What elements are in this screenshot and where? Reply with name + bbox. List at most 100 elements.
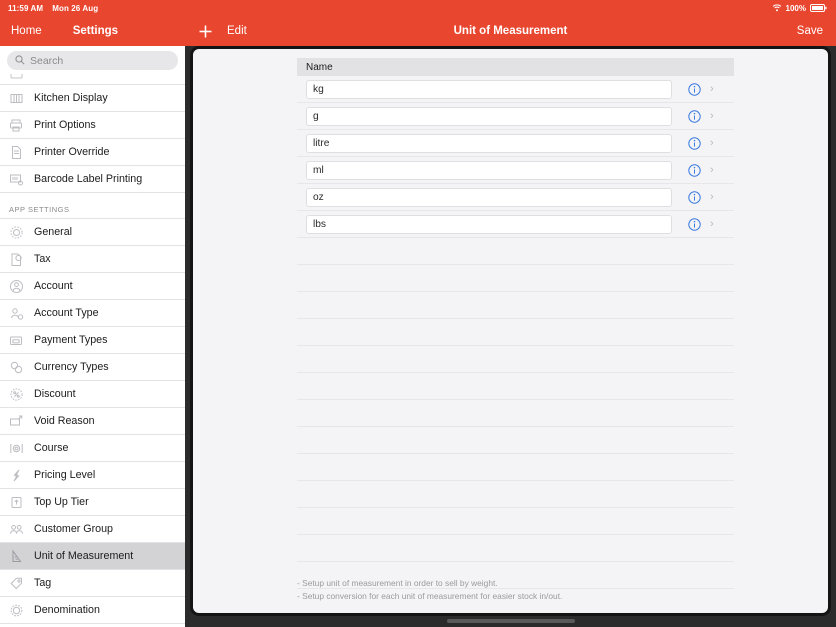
sidebar-list[interactable]: Kitchen Display Print Options Printer Over…: [0, 74, 185, 627]
sidebar-item-account[interactable]: Account: [0, 273, 185, 300]
chevron-right-icon[interactable]: ›: [710, 191, 714, 203]
sidebar-item-discount[interactable]: Discount: [0, 381, 185, 408]
battery-percent: 100%: [785, 3, 806, 13]
customer-group-icon: [9, 522, 24, 537]
sidebar-item-account-type[interactable]: Account Type: [0, 300, 185, 327]
unit-name-input[interactable]: litre: [306, 133, 672, 153]
screen: 11:59 AM Mon 26 Aug Home Settings Search…: [0, 0, 836, 627]
unit-name-input[interactable]: kg: [306, 79, 672, 99]
plus-icon[interactable]: [198, 24, 213, 39]
printer-icon: [9, 118, 24, 133]
sidebar-item-void-reason[interactable]: Void Reason: [0, 408, 185, 435]
table-row[interactable]: g ›: [297, 103, 734, 130]
unit-name-value: lbs: [313, 218, 327, 230]
home-back-button[interactable]: Home: [0, 25, 42, 37]
table-row[interactable]: kg ›: [297, 76, 734, 103]
info-icon[interactable]: [688, 136, 701, 150]
sidebar-item-tag[interactable]: Tag: [0, 570, 185, 597]
sidebar-item-denomination[interactable]: Denomination: [0, 597, 185, 624]
sidebar-item-label: Barcode Label Printing: [34, 173, 143, 185]
chevron-right-icon[interactable]: ›: [710, 83, 714, 95]
account-icon: [9, 279, 24, 294]
search-input[interactable]: Search: [7, 51, 178, 70]
barcode-icon: [9, 172, 24, 187]
sidebar-item-partial[interactable]: [0, 74, 185, 85]
sidebar-item-course[interactable]: Course: [0, 435, 185, 462]
sidebar-item-barcode-label-printing[interactable]: Barcode Label Printing: [0, 166, 185, 193]
note-line: - Setup conversion for each unit of meas…: [297, 591, 563, 601]
table-row[interactable]: ml ›: [297, 157, 734, 184]
table-row-empty: [297, 265, 734, 292]
page-title: Unit of Measurement: [453, 25, 568, 37]
status-time: 11:59 AM: [8, 3, 44, 13]
sidebar-item-kitchen-display[interactable]: Kitchen Display: [0, 85, 185, 112]
table-body: kg › g › litre › ml › oz › lbs ›: [297, 76, 734, 589]
section-header-app-settings: APP SETTINGS: [0, 193, 185, 219]
chevron-right-icon[interactable]: ›: [710, 137, 714, 149]
sidebar-item-general[interactable]: General: [0, 219, 185, 246]
tax-icon: [9, 252, 24, 267]
table-row-empty: [297, 481, 734, 508]
table-row-empty: [297, 508, 734, 535]
kitchen-display-icon: [9, 91, 24, 106]
info-icon[interactable]: [688, 217, 701, 231]
table-row[interactable]: oz ›: [297, 184, 734, 211]
sidebar-item-payment-types[interactable]: Payment Types: [0, 327, 185, 354]
table-row[interactable]: lbs ›: [297, 211, 734, 238]
table-row-empty: [297, 319, 734, 346]
void-reason-icon: [9, 414, 24, 429]
unit-name-value: ml: [313, 164, 324, 176]
sidebar-item-label: Course: [34, 442, 69, 454]
table-row-empty: [297, 238, 734, 265]
unit-name-input[interactable]: g: [306, 106, 672, 126]
currency-icon: [9, 360, 24, 375]
info-icon[interactable]: [688, 82, 701, 96]
sidebar-item-label: Discount: [34, 388, 76, 400]
sidebar-item-label: Currency Types: [34, 361, 109, 373]
sidebar-item-label: Printer Override: [34, 146, 110, 158]
chevron-right-icon[interactable]: ›: [710, 218, 714, 230]
chevron-right-icon[interactable]: ›: [710, 110, 714, 122]
sidebar-item-label: Denomination: [34, 604, 100, 616]
unit-name-value: litre: [313, 137, 330, 149]
unit-name-input[interactable]: oz: [306, 187, 672, 207]
unit-name-input[interactable]: ml: [306, 160, 672, 180]
search-icon: [15, 52, 25, 70]
sidebar-item-label: Account: [34, 280, 73, 292]
sidebar-item-currency-types[interactable]: Currency Types: [0, 354, 185, 381]
sidebar-item-label: Customer Group: [34, 523, 113, 535]
info-icon[interactable]: [688, 163, 701, 177]
table-row-empty: [297, 535, 734, 562]
wifi-icon: [772, 0, 782, 17]
sidebar-item-print-options[interactable]: Print Options: [0, 112, 185, 139]
sidebar-item-unit-of-measurement[interactable]: Unit of Measurement: [0, 543, 185, 570]
sidebar-item-tax[interactable]: Tax: [0, 246, 185, 273]
table-row-empty: [297, 427, 734, 454]
sidebar-item-printer-override[interactable]: Printer Override: [0, 139, 185, 166]
info-icon[interactable]: [688, 190, 701, 204]
footer-notes: - Setup unit of measurement in order to …: [297, 577, 767, 603]
status-bar-right: 100%: [185, 0, 836, 16]
sidebar-item-label: Tag: [34, 577, 52, 589]
sidebar-item-customer-group[interactable]: Customer Group: [0, 516, 185, 543]
table-column-header: Name: [297, 58, 734, 76]
unit-name-input[interactable]: lbs: [306, 214, 672, 234]
edit-button[interactable]: Edit: [227, 25, 247, 37]
sidebar-item-pricing-level[interactable]: Pricing Level: [0, 462, 185, 489]
table-row-empty: [297, 454, 734, 481]
content-panel: Name kg › g › litre › ml › oz › lbs › - Setup unit …: [193, 49, 828, 613]
column-header-name: Name: [306, 61, 333, 73]
table-row[interactable]: litre ›: [297, 130, 734, 157]
save-button[interactable]: Save: [797, 25, 823, 37]
sidebar-item-label: Void Reason: [34, 415, 95, 427]
sidebar-title: Settings: [72, 25, 119, 37]
discount-icon: [9, 387, 24, 402]
chevron-right-icon[interactable]: ›: [710, 164, 714, 176]
sidebar-item-label: Unit of Measurement: [34, 550, 134, 562]
unit-name-value: kg: [313, 83, 324, 95]
sidebar-item-top-up-tier[interactable]: Top Up Tier: [0, 489, 185, 516]
status-date: Mon 26 Aug: [52, 3, 99, 13]
sidebar-item-label: Tax: [34, 253, 51, 265]
info-icon[interactable]: [688, 109, 701, 123]
table-row-empty: [297, 373, 734, 400]
